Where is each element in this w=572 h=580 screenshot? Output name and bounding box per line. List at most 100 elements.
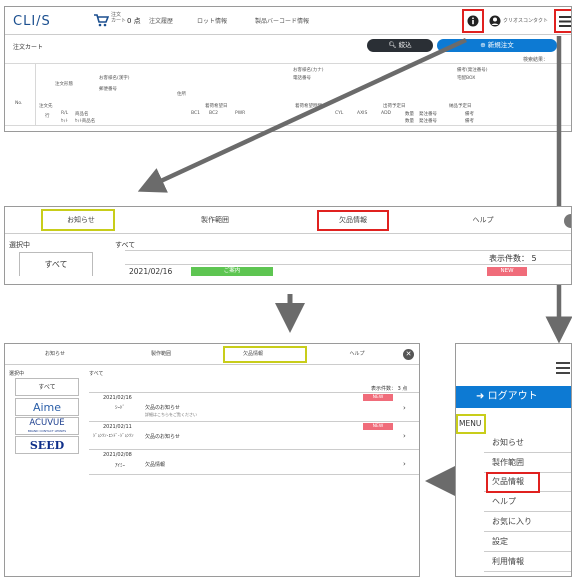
item-maker: ｱｲﾐｰ (115, 463, 126, 469)
item-title: 欠品のお知らせ (145, 405, 180, 411)
shortage-menu-highlight (486, 472, 540, 493)
header-ship-date: 出荷予定日 (383, 104, 406, 109)
list-divider (125, 264, 571, 265)
header-customer-kanji: お客様名(漢字) (99, 76, 130, 81)
chevron-right-icon: › (403, 404, 406, 412)
category-all-button[interactable]: すべて (19, 252, 93, 276)
header-furigana: お客様名(カナ) (293, 68, 324, 73)
menu-item-notices[interactable]: お知らせ (484, 433, 571, 453)
header-set: ｾｯﾄ (61, 119, 68, 124)
close-icon[interactable] (564, 214, 571, 228)
item-title: 欠品のお知らせ (145, 434, 180, 440)
display-count: 表示件数： 3 点 (371, 385, 407, 392)
display-count-label: 表示件数： (489, 254, 529, 263)
hamburger-menu-icon[interactable] (559, 16, 571, 27)
header-dest: 注文先 (39, 104, 53, 109)
notices-screen: お知らせ 製作範囲 欠品情報 ヘルプ 選択中 すべて すべて 表示件数： 5 2… (4, 206, 572, 285)
nav-barcode-info[interactable]: 製品バーコード情報 (255, 16, 309, 25)
item-maker: ｼｰﾄﾞ (115, 405, 126, 411)
menu-item-help[interactable]: ヘルプ (484, 492, 571, 512)
brand-seed-logo: SEED (29, 439, 65, 452)
new-badge: NEW (363, 423, 393, 430)
info-icon[interactable] (467, 15, 479, 27)
tab-production-range[interactable]: 製作範囲 (141, 344, 181, 364)
brand-acuvue-logo: ACUVUE (29, 418, 65, 428)
shortage-info-screen: お知らせ 製作範囲 欠品情報 ヘルプ ✕ 選択中 すべて すべて Aime AC… (4, 343, 420, 577)
selected-label: 選択中 (9, 371, 25, 377)
header-wish-date: 着荷希望日 (205, 104, 228, 109)
new-badge: NEW (363, 394, 393, 401)
cart-icon[interactable] (93, 13, 109, 27)
close-icon[interactable]: ✕ (403, 349, 414, 360)
header-add: ADD (381, 111, 392, 116)
cart-count: 0 点 (127, 17, 141, 25)
header-set-product: ｾｯﾄ商品名 (75, 119, 96, 124)
brand-aime-logo: Aime (32, 401, 62, 414)
header-bc1: BC1 (191, 111, 201, 116)
new-order-button[interactable]: ⊕ 新規注文 (437, 39, 557, 52)
hamburger-menu-icon[interactable] (556, 362, 570, 374)
header-remark: 備考 (465, 112, 474, 117)
item-date: 2021/02/11 (103, 424, 132, 430)
header-order-type: 注文形態 (55, 82, 73, 87)
header-pwr: PWR (235, 111, 246, 116)
filter-button[interactable]: 🔍︎ 絞込 (367, 39, 433, 52)
filter-button-label: 絞込 (398, 41, 412, 49)
chevron-right-icon: › (403, 460, 406, 468)
filter-all-label: すべて (115, 241, 136, 249)
search-result-label: 検索結果： (523, 57, 549, 63)
tab-notices[interactable]: お知らせ (35, 344, 75, 364)
header-qty: 数量 (405, 112, 414, 117)
table-line (5, 125, 571, 126)
header-cyl: CYL (335, 111, 344, 116)
filter-all-label: すべて (89, 371, 104, 377)
header-product: 商品名 (75, 112, 89, 117)
nav-order-history[interactable]: 注文履歴 (149, 16, 173, 25)
shortage-tab-highlight (317, 210, 389, 231)
list-divider (89, 449, 419, 450)
chevron-right-icon: › (403, 432, 406, 440)
logout-button[interactable]: ➜ ログアウト (456, 386, 571, 408)
item-title: 欠品情報 (145, 462, 166, 468)
tab-help[interactable]: ヘルプ (459, 207, 507, 233)
shortage-tab-highlight (223, 346, 307, 363)
selected-label: 選択中 (9, 241, 30, 249)
tab-divider (5, 364, 419, 365)
header-note: 備考(発注番号) (457, 68, 488, 73)
item-date: 2021/02/16 (103, 395, 132, 401)
table-line (35, 63, 36, 125)
order-cart-screen: CLI/S 注文 カート 0 点 注文履歴 ロット情報 製品バーコード情報 クリ… (4, 6, 572, 132)
menu-item-usage-info[interactable]: 利用情報 (484, 552, 571, 572)
header-address: 住所 (177, 92, 186, 97)
header-delivery-box: 宅配BOX (457, 76, 476, 81)
brand-aime-button[interactable]: Aime (15, 398, 79, 416)
brand-acuvue-button[interactable]: ACUVUE BRAND CONTACT LENSES (15, 417, 79, 435)
header-order-no-2: 発注番号 (419, 119, 437, 124)
header-zip: 郵便番号 (99, 87, 117, 92)
menu-label: MENU (456, 414, 486, 434)
menu-item-production-range[interactable]: 製作範囲 (484, 453, 571, 473)
header-order-no: 発注番号 (419, 112, 437, 117)
item-date: 2021/02/08 (103, 452, 132, 458)
header-phone: 電話番号 (293, 76, 311, 81)
category-all-button[interactable]: すべて (15, 378, 79, 396)
tab-production-range[interactable]: 製作範囲 (185, 207, 245, 233)
nav-lot-info[interactable]: ロット情報 (197, 16, 227, 25)
display-count-value: 5 (531, 254, 537, 263)
header-row: 行 (45, 114, 50, 119)
page-title: 注文カート (13, 44, 44, 51)
display-count: 表示件数： 5 (489, 253, 537, 264)
menu-item-favorites[interactable]: お気に入り (484, 512, 571, 532)
user-name[interactable]: クリオスコンタクト (503, 17, 548, 24)
header-wish-time: 着荷希望時間 (295, 104, 322, 109)
brand-seed-button[interactable]: SEED (15, 436, 79, 454)
list-divider (89, 421, 419, 422)
header-deliv-date: 納品予定日 (449, 104, 472, 109)
user-avatar-icon[interactable] (489, 15, 501, 27)
tab-help[interactable]: ヘルプ (339, 344, 375, 364)
brand-acuvue-sub: BRAND CONTACT LENSES (27, 429, 67, 433)
notice-badge: ご案内 (191, 267, 273, 276)
menu-item-settings[interactable]: 設定 (484, 532, 571, 552)
cart-label[interactable]: 注文 カート (111, 12, 126, 24)
app-logo[interactable]: CLI/S (13, 14, 51, 29)
